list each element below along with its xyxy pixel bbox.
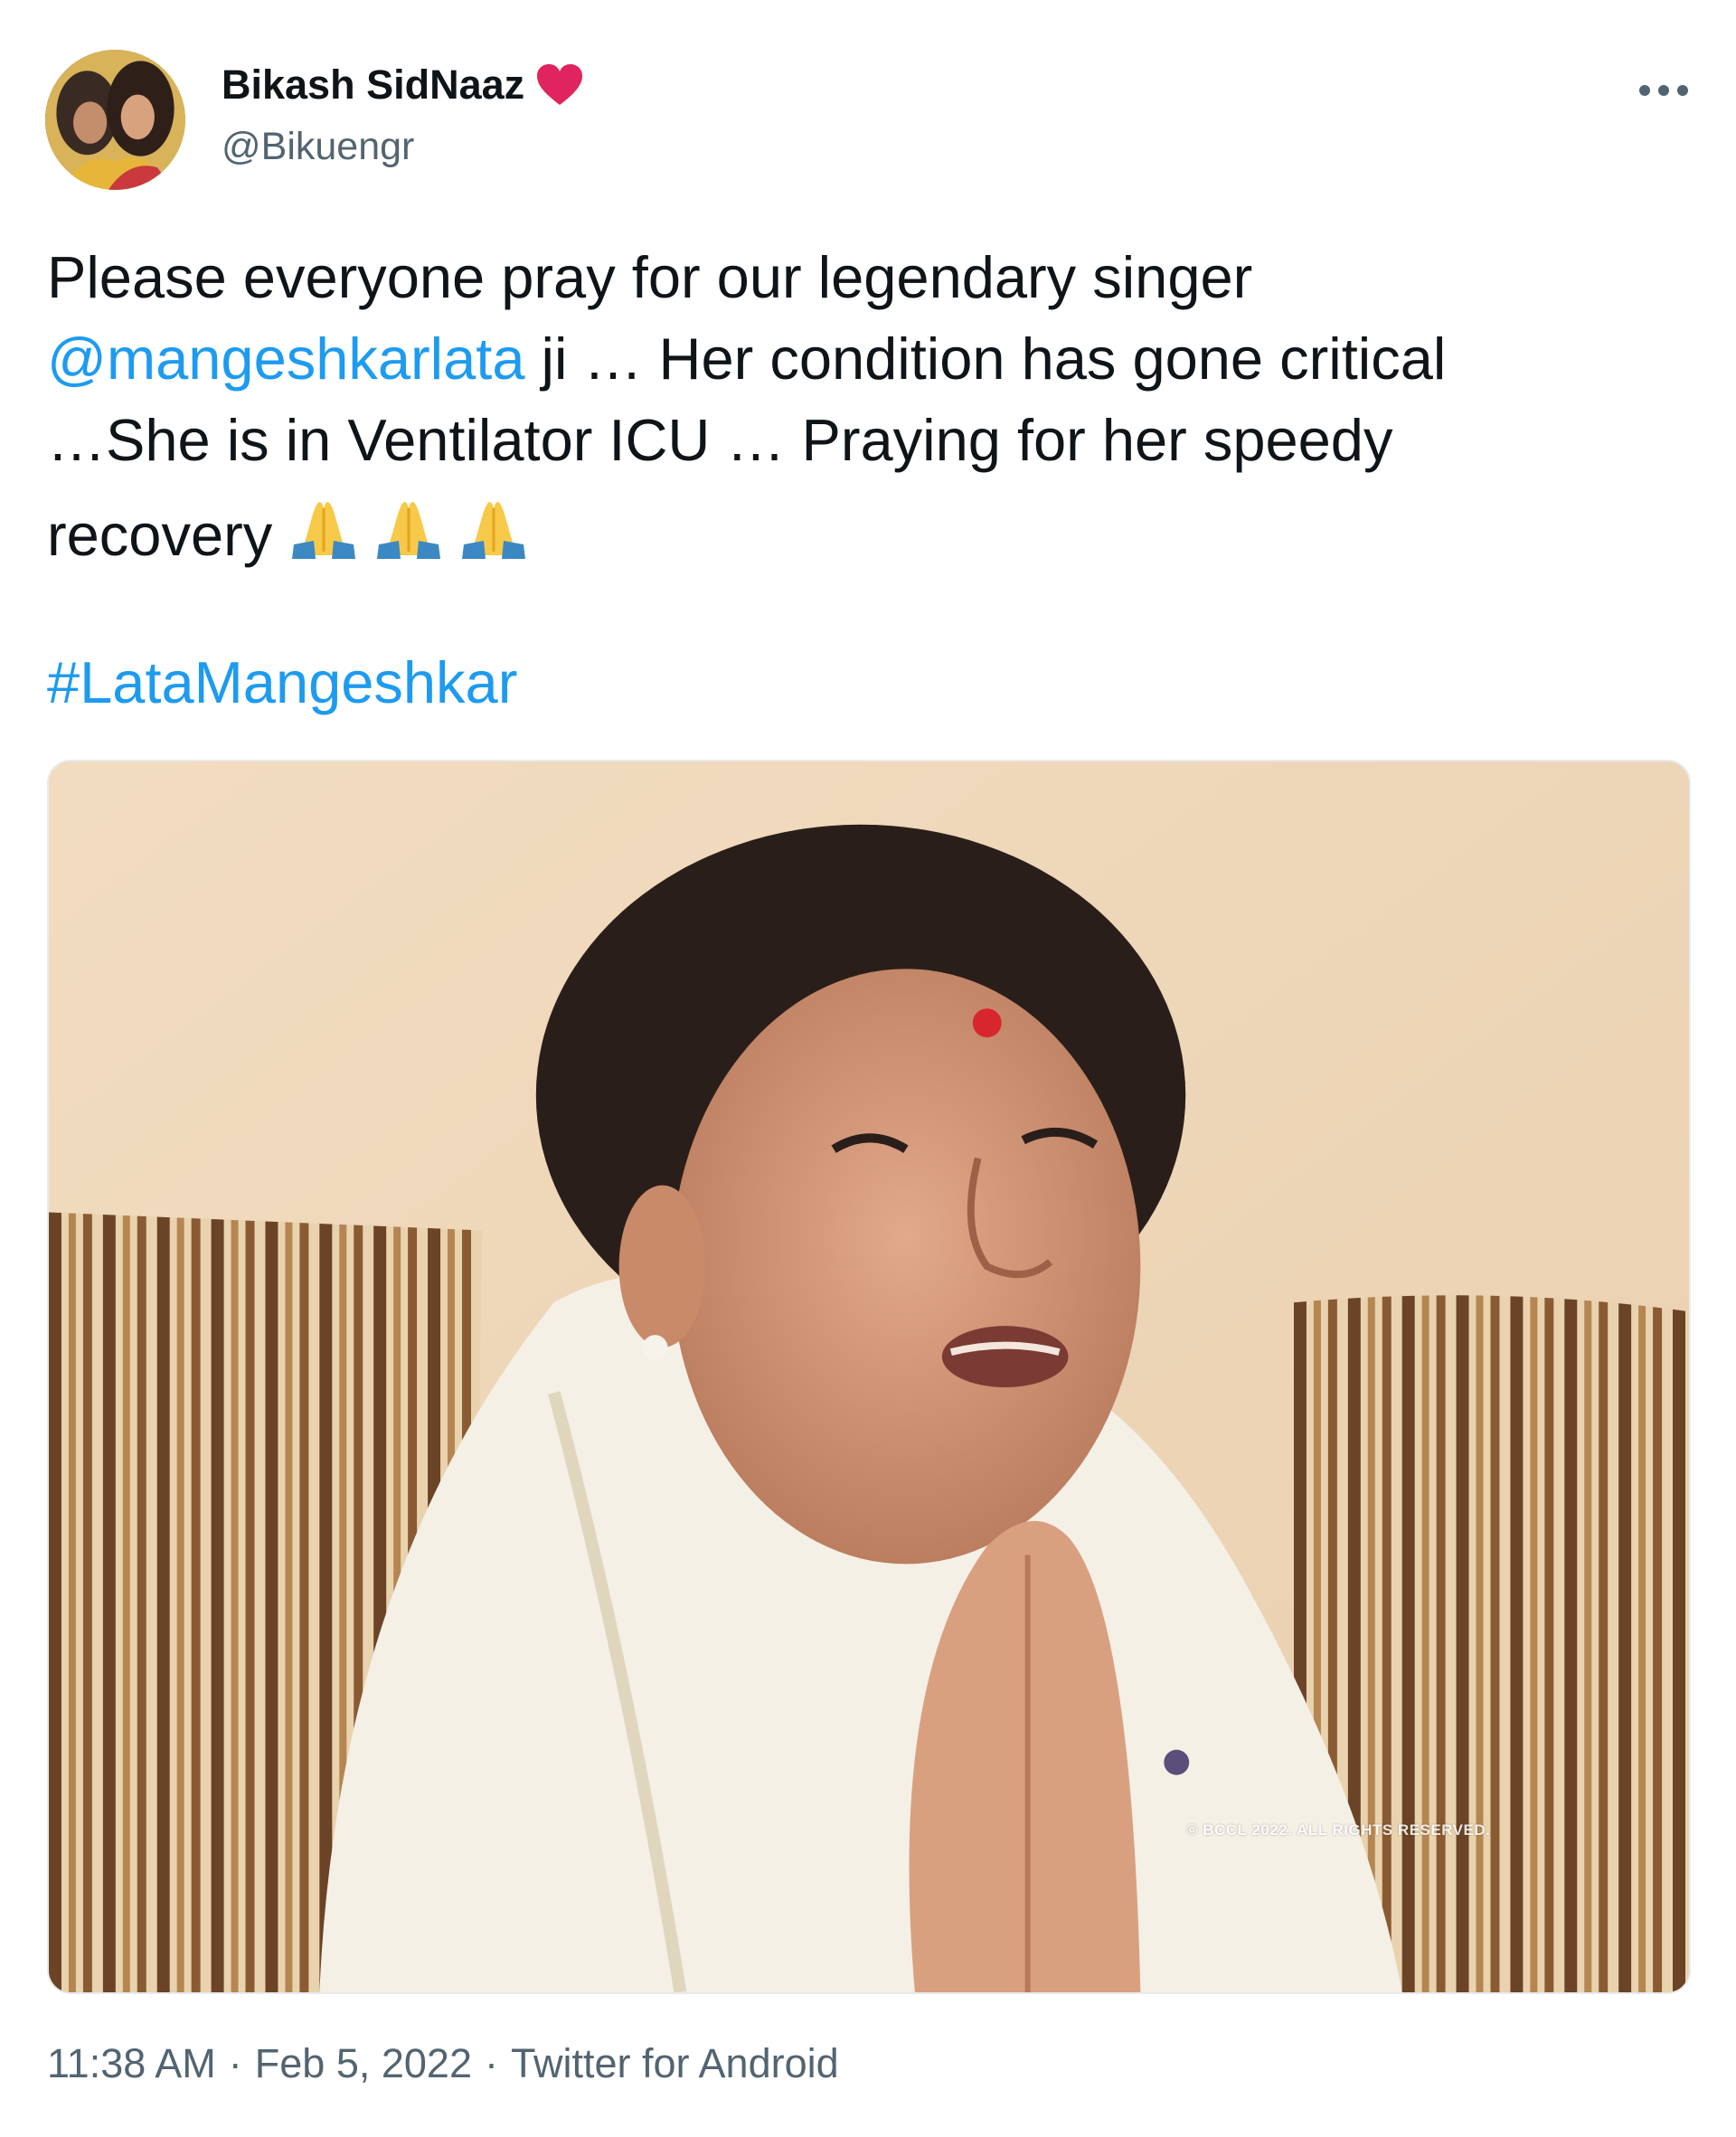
- folded-hands-icon: [283, 481, 364, 563]
- more-options-button[interactable]: [1628, 65, 1700, 116]
- tweet-line-2: @mangeshkarlata ji … Her condition has g…: [47, 318, 1711, 400]
- tweet-source[interactable]: Twitter for Android: [511, 2040, 839, 2086]
- avatar-image: [45, 50, 185, 190]
- mention-link[interactable]: @mangeshkarlata: [47, 326, 524, 392]
- hashtag-line: #LataMangeshkar: [47, 642, 517, 723]
- tweet-metadata: 11:38 AM · Feb 5, 2022 · Twitter for Android: [47, 2037, 839, 2091]
- tweet-card: Bikash SidNaaz @Bikuengr Please everyone…: [0, 0, 1736, 2137]
- photo-watermark: © BCCL 2022. ALL RIGHTS RESERVED.: [1186, 1821, 1491, 1839]
- tweet-line-1: Please everyone pray for our legendary s…: [47, 244, 1253, 310]
- separator-dot: ·: [228, 2040, 242, 2086]
- hashtag-link[interactable]: #LataMangeshkar: [47, 649, 517, 715]
- tweet-line-4: recovery: [47, 481, 1711, 568]
- display-name[interactable]: Bikash SidNaaz: [222, 58, 584, 112]
- folded-hands-icon: [368, 481, 449, 563]
- folded-hands-icon: [453, 481, 534, 563]
- emoji-group: [283, 481, 534, 563]
- tweet-line-3: …She is in Ventilator ICU … Praying for …: [47, 407, 1393, 473]
- tweet-line-4-text: recovery: [47, 502, 273, 568]
- tweet-line-2-text: ji … Her condition has gone critical: [524, 326, 1447, 392]
- avatar[interactable]: [45, 50, 185, 190]
- more-options-icon: [1639, 85, 1688, 96]
- separator-dot: ·: [484, 2040, 498, 2086]
- display-name-text: Bikash SidNaaz: [222, 61, 525, 108]
- tweet-date[interactable]: Feb 5, 2022: [255, 2040, 472, 2086]
- tweet-time[interactable]: 11:38 AM: [47, 2040, 216, 2086]
- tweet-photo[interactable]: © BCCL 2022. ALL RIGHTS RESERVED.: [47, 760, 1691, 1994]
- photo-image: [49, 761, 1689, 1992]
- tweet-text: Please everyone pray for our legendary s…: [47, 237, 1711, 568]
- user-handle[interactable]: @Bikuengr: [222, 121, 414, 172]
- red-heart-icon: [535, 63, 584, 107]
